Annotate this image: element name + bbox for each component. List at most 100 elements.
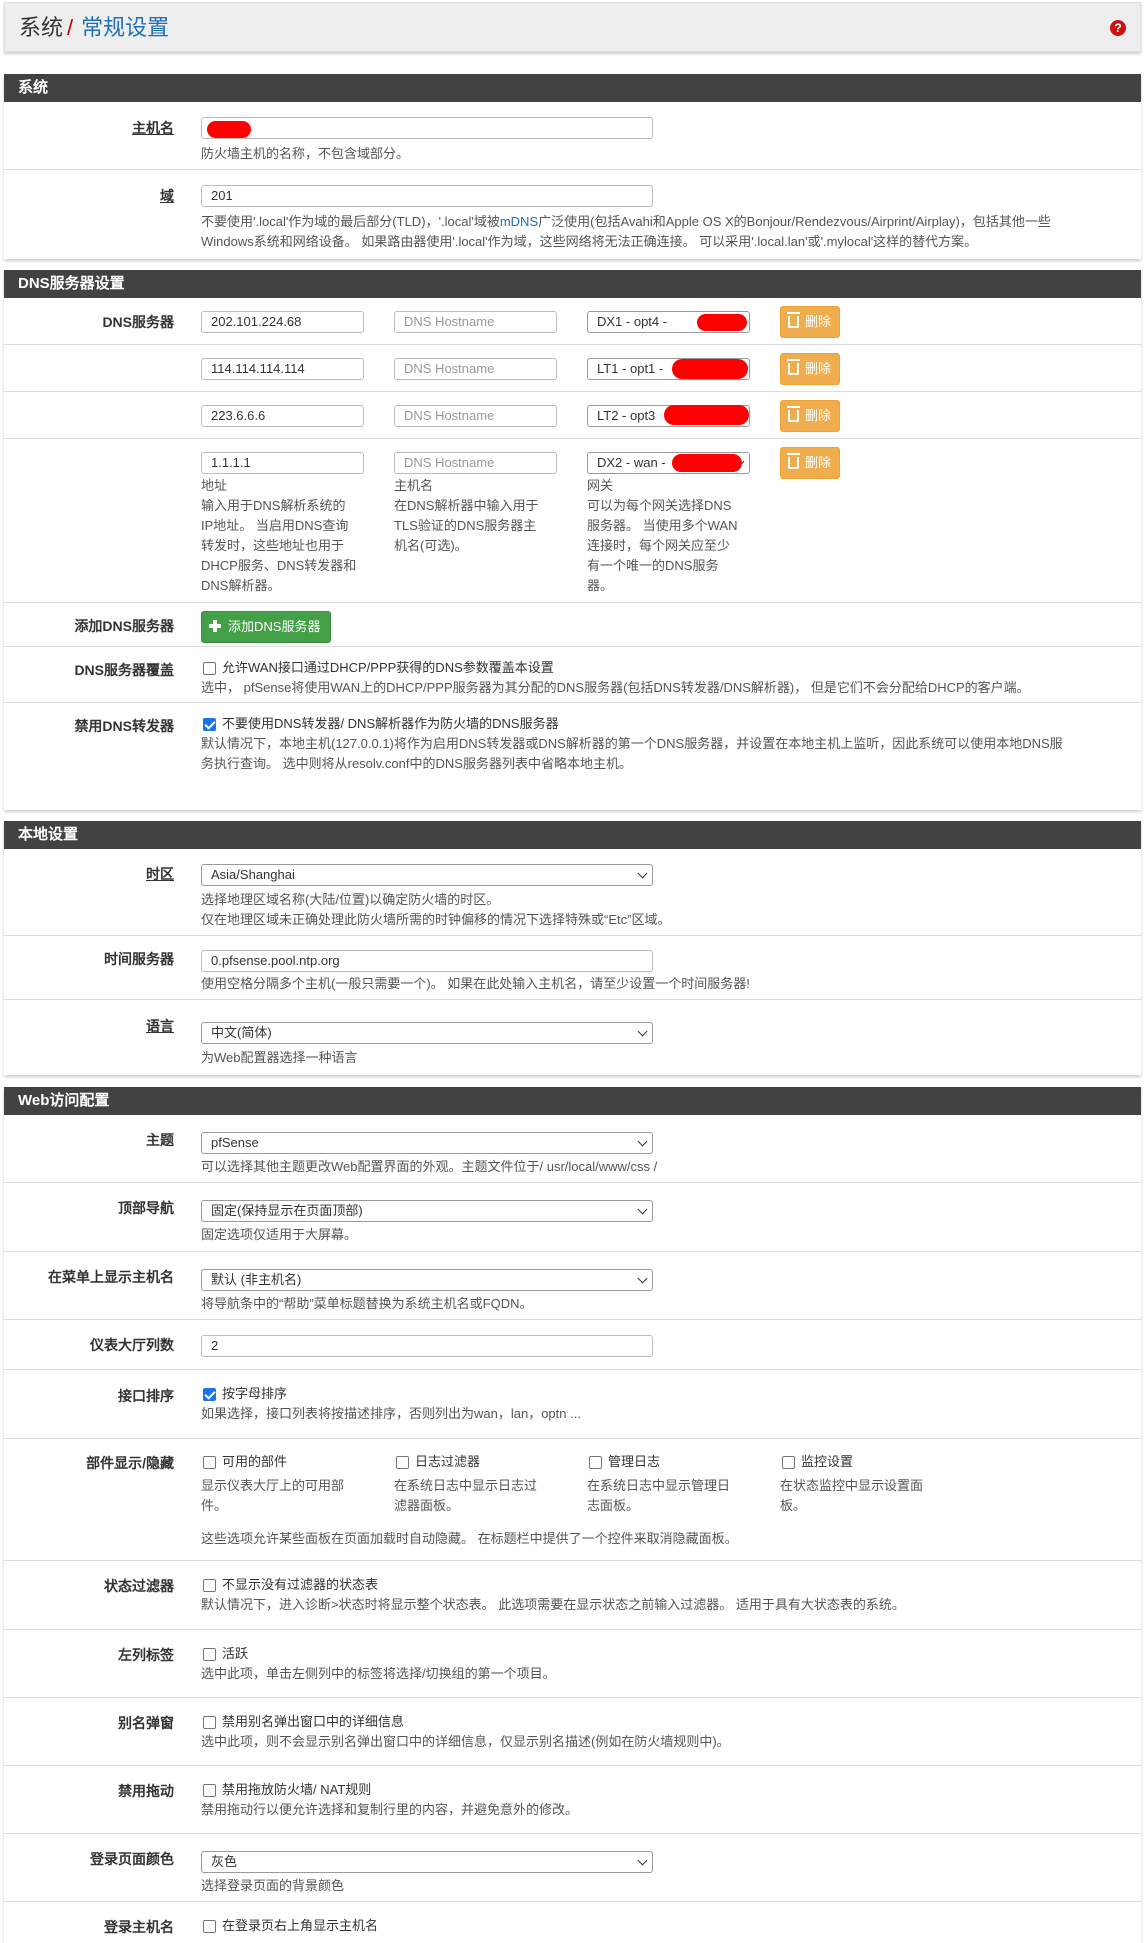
monitoring-settings-checkbox[interactable] bbox=[782, 1456, 795, 1469]
domain-help-line2: Windows系统和网络设备。 如果路由器使用'.local'作为域，这些网络将… bbox=[201, 234, 978, 249]
login-page-color-select[interactable]: 灰色 bbox=[201, 1851, 653, 1873]
disable-dns-forwarder-checkbox[interactable] bbox=[203, 718, 216, 731]
hostname-in-menu-help: 将导航条中的“帮助”菜单标题替换为系统主机名或FQDN。 bbox=[201, 1296, 533, 1311]
log-filter-help: 在系统日志中显示日志过 滤器面板。 bbox=[394, 1478, 538, 1513]
available-widgets-checkbox-label[interactable]: 可用的部件 bbox=[222, 1452, 287, 1472]
row-require-state-filter: 状态过滤器 不显示没有过滤器的状态表 默认情况下，进入诊断>状态时将显示整个状态… bbox=[4, 1561, 1141, 1630]
hostname-help: 防火墙主机的名称，不包含域部分。 bbox=[201, 146, 410, 161]
timezone-select[interactable]: Asia/Shanghai bbox=[201, 864, 653, 886]
domain-input[interactable]: 201 bbox=[201, 185, 653, 207]
hostname-input[interactable] bbox=[201, 117, 653, 139]
plus-icon bbox=[209, 620, 221, 632]
theme-select[interactable]: pfSense bbox=[201, 1132, 653, 1154]
dns-hostname-input[interactable]: DNS Hostname bbox=[394, 405, 557, 427]
disable-dragging-checkbox[interactable] bbox=[203, 1784, 216, 1797]
interface-sort-checkbox[interactable] bbox=[203, 1388, 216, 1401]
delete-button[interactable]: 删除 bbox=[780, 400, 840, 432]
row-left-column-labels: 左列标签 活跃 选中此项，单击左侧列中的标签将选择/切换组的第一个项目。 bbox=[4, 1630, 1141, 1698]
dns-override-checkbox[interactable] bbox=[203, 662, 216, 675]
row-login-hostname: 登录主机名 在登录页右上角显示主机名 bbox=[4, 1902, 1141, 1943]
disable-dns-forwarder-checkbox-label[interactable]: 不要使用DNS转发器/ DNS解析器作为防火墙的DNS服务器 bbox=[222, 714, 559, 734]
log-filter-checkbox[interactable] bbox=[396, 1456, 409, 1469]
row-timeservers: 时间服务器 0.pfsense.pool.ntp.org 使用空格分隔多个主机(… bbox=[4, 936, 1141, 1000]
row-associated-panels: 部件显示/隐藏 可用的部件 显示仪表大厅上的可用部 件。 日志过滤器 在系统日志中… bbox=[4, 1439, 1141, 1561]
manage-log-checkbox[interactable] bbox=[589, 1456, 602, 1469]
available-widgets-help: 显示仪表大厅上的可用部 件。 bbox=[201, 1478, 345, 1513]
dns-override-help: 选中， pfSense将使用WAN上的DHCP/PPP服务器为其分配的DNS服务… bbox=[201, 680, 1030, 695]
dns-ip-input[interactable]: 114.114.114.114 bbox=[201, 358, 364, 380]
domain-help-line1: 不要使用'.local'作为域的最后部分(TLD)，'.local'域被mDNS… bbox=[201, 214, 1051, 229]
timezone-label: 时区 bbox=[146, 866, 174, 882]
monitoring-settings-checkbox-label[interactable]: 监控设置 bbox=[801, 1452, 853, 1472]
manage-log-help: 在系统日志中显示管理日 志面板。 bbox=[587, 1478, 731, 1513]
row-timezone: 时区 Asia/Shanghai 选择地理区域名称(大陆/位置)以确定防火墙的时… bbox=[4, 849, 1141, 936]
disable-dragging-checkbox-label[interactable]: 禁用拖放防火墙/ NAT规则 bbox=[222, 1780, 371, 1800]
available-widgets-checkbox[interactable] bbox=[203, 1456, 216, 1469]
alias-popups-label: 别名弹窗 bbox=[118, 1715, 174, 1731]
login-hostname-checkbox-label[interactable]: 在登录页右上角显示主机名 bbox=[222, 1916, 378, 1936]
delete-button[interactable]: 删除 bbox=[780, 353, 840, 385]
manage-log-checkbox-label[interactable]: 管理日志 bbox=[608, 1452, 660, 1472]
row-disable-dns-forwarder: 禁用DNS转发器 不要使用DNS转发器/ DNS解析器作为防火墙的DNS服务器 … bbox=[4, 703, 1141, 810]
interface-sort-help: 如果选择，接口列表将按描述排序，否则列出为wan，lan，optn ... bbox=[201, 1406, 581, 1421]
add-dns-label: 添加DNS服务器 bbox=[74, 618, 174, 634]
alias-popups-help: 选中此项，则不会显示别名弹出窗口中的详细信息，仅显示别名描述(例如在防火墙规则中… bbox=[201, 1734, 730, 1749]
left-column-labels-checkbox-label[interactable]: 活跃 bbox=[222, 1644, 248, 1664]
page-header: 系统 / 常规设置 ? bbox=[4, 2, 1141, 52]
breadcrumb-system[interactable]: 系统 bbox=[19, 15, 63, 40]
alias-popups-checkbox-label[interactable]: 禁用别名弹出窗口中的详细信息 bbox=[222, 1712, 404, 1732]
row-dns-override: DNS服务器覆盖 允许WAN接口通过DHCP/PPP获得的DNS参数覆盖本设置 … bbox=[4, 647, 1141, 703]
require-state-filter-checkbox-label[interactable]: 不显示没有过滤器的状态表 bbox=[222, 1575, 378, 1595]
dns-hostname-input[interactable]: DNS Hostname bbox=[394, 311, 557, 333]
row-alias-popups: 别名弹窗 禁用别名弹出窗口中的详细信息 选中此项，则不会显示别名弹出窗口中的详细… bbox=[4, 1698, 1141, 1766]
breadcrumb-separator: / bbox=[67, 15, 74, 40]
dashboard-columns-input[interactable]: 2 bbox=[201, 1335, 653, 1357]
domain-label: 域 bbox=[160, 188, 174, 204]
left-column-labels-label: 左列标签 bbox=[118, 1647, 174, 1663]
breadcrumb: 系统 / 常规设置 bbox=[19, 15, 169, 41]
interface-sort-checkbox-label[interactable]: 按字母排序 bbox=[222, 1384, 287, 1404]
breadcrumb-general-setup[interactable]: 常规设置 bbox=[81, 15, 169, 40]
left-column-labels-checkbox[interactable] bbox=[203, 1648, 216, 1661]
disable-dns-forwarder-label: 禁用DNS转发器 bbox=[74, 718, 174, 734]
row-dashboard-columns: 仪表大厅列数 2 bbox=[4, 1320, 1141, 1370]
add-dns-server-button[interactable]: 添加DNS服务器 bbox=[201, 611, 332, 643]
language-select[interactable]: 中文(简体) bbox=[201, 1022, 653, 1044]
delete-button[interactable]: 删除 bbox=[780, 306, 840, 338]
require-state-filter-checkbox[interactable] bbox=[203, 1579, 216, 1592]
chevron-down-icon bbox=[637, 1855, 648, 1866]
panel-webconfigurator: Web访问配置 主题 pfSense 可以选择其他主题更改Web配置界面的外观。… bbox=[4, 1087, 1141, 1943]
disable-dns-forwarder-help-line1: 默认情况下，本地主机(127.0.0.1)将作为启用DNS转发器或DNS解析器的… bbox=[201, 736, 1063, 751]
dns-override-checkbox-label[interactable]: 允许WAN接口通过DHCP/PPP获得的DNS参数覆盖本设置 bbox=[222, 658, 554, 678]
row-disable-dragging: 禁用拖动 禁用拖放防火墙/ NAT规则 禁用拖动行以便允许选择和复制行里的内容，… bbox=[4, 1766, 1141, 1834]
associated-panels-help: 这些选项允许某些面板在页面加载时自动隐藏。 在标题栏中提供了一个控件来取消隐藏面… bbox=[201, 1531, 738, 1546]
dns-override-label: DNS服务器覆盖 bbox=[74, 662, 174, 678]
dns-servers-label: DNS服务器 bbox=[102, 314, 174, 330]
dns-hostname-input[interactable]: DNS Hostname bbox=[394, 452, 557, 474]
trash-icon bbox=[787, 406, 800, 422]
panel-title-dns: DNS服务器设置 bbox=[4, 270, 1141, 298]
mdns-link[interactable]: mDNS bbox=[500, 214, 538, 229]
login-hostname-checkbox[interactable] bbox=[203, 1920, 216, 1933]
dns-ip-input[interactable]: 223.6.6.6 bbox=[201, 405, 364, 427]
delete-button[interactable]: 删除 bbox=[780, 447, 840, 479]
row-hostname-in-menu: 在菜单上显示主机名 默认 (非主机名) 将导航条中的“帮助”菜单标题替换为系统主… bbox=[4, 1252, 1141, 1320]
top-navigation-select[interactable]: 固定(保持显示在页面顶部) bbox=[201, 1200, 653, 1222]
dns-ip-input[interactable]: 202.101.224.68 bbox=[201, 311, 364, 333]
dns-ip-input[interactable]: 1.1.1.1 bbox=[201, 452, 364, 474]
log-filter-checkbox-label[interactable]: 日志过滤器 bbox=[415, 1452, 480, 1472]
timeservers-input[interactable]: 0.pfsense.pool.ntp.org bbox=[201, 950, 653, 972]
alias-popups-checkbox[interactable] bbox=[203, 1716, 216, 1729]
timeservers-label: 时间服务器 bbox=[104, 951, 174, 967]
trash-icon bbox=[787, 312, 800, 328]
dns-hostname-input[interactable]: DNS Hostname bbox=[394, 358, 557, 380]
require-state-filter-help: 默认情况下，进入诊断>状态时将显示整个状态表。 此选项需要在显示状态之前输入过滤… bbox=[201, 1597, 905, 1612]
panel-system: 系统 主机名 防火墙主机的名称，不包含域部分。 域 201 不要使用'.loca… bbox=[4, 74, 1141, 259]
hostname-in-menu-label: 在菜单上显示主机名 bbox=[48, 1269, 174, 1285]
login-page-color-help: 选择登录页面的背景颜色 bbox=[201, 1878, 345, 1893]
help-icon[interactable]: ? bbox=[1110, 20, 1126, 36]
hostname-in-menu-select[interactable]: 默认 (非主机名) bbox=[201, 1269, 653, 1291]
dns-server-row: DNS服务器 202.101.224.68 DNS Hostname DX1 -… bbox=[4, 298, 1141, 345]
disable-dragging-label: 禁用拖动 bbox=[118, 1783, 174, 1799]
theme-label: 主题 bbox=[146, 1132, 174, 1148]
